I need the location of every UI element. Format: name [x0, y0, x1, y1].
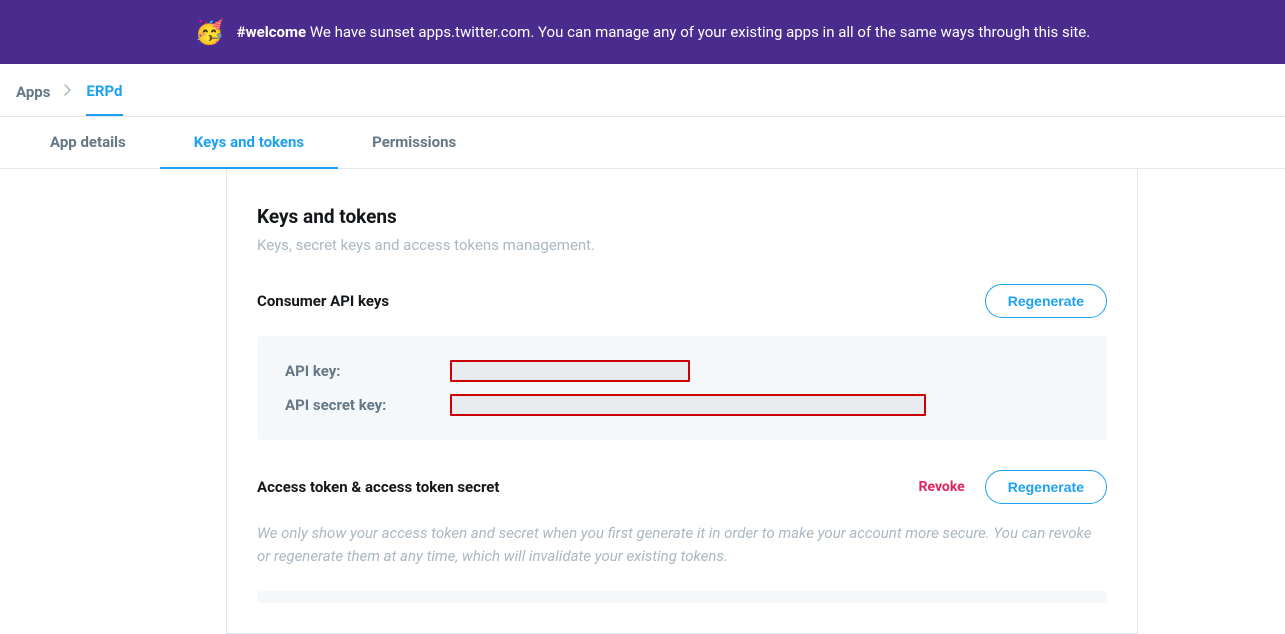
- api-secret-value-redacted: [450, 394, 926, 416]
- breadcrumb: Apps ERPd: [0, 64, 1285, 116]
- party-emoji-icon: 🥳: [195, 20, 225, 44]
- main-card: Keys and tokens Keys, secret keys and ac…: [226, 169, 1138, 634]
- page-subtitle: Keys, secret keys and access tokens mana…: [257, 236, 1107, 254]
- tab-app-details[interactable]: App details: [16, 117, 160, 168]
- access-token-note: We only show your access token and secre…: [257, 522, 1107, 567]
- breadcrumb-apps[interactable]: Apps: [16, 83, 50, 115]
- api-key-row: API key:: [285, 360, 1079, 382]
- access-token-title: Access token & access token secret: [257, 478, 500, 496]
- page-title: Keys and tokens: [257, 205, 1107, 228]
- regenerate-access-button[interactable]: Regenerate: [985, 470, 1107, 504]
- banner-hashtag: #welcome: [237, 23, 306, 41]
- chevron-right-icon: [64, 84, 72, 114]
- consumer-keys-title: Consumer API keys: [257, 292, 389, 310]
- api-secret-row: API secret key:: [285, 394, 1079, 416]
- banner-text: #welcome We have sunset apps.twitter.com…: [237, 23, 1090, 41]
- access-token-box: [257, 591, 1107, 603]
- banner-message: We have sunset apps.twitter.com. You can…: [306, 23, 1090, 41]
- revoke-link[interactable]: Revoke: [919, 479, 965, 495]
- api-secret-label: API secret key:: [285, 396, 450, 414]
- api-key-value-redacted: [450, 360, 690, 382]
- tab-bar: App details Keys and tokens Permissions: [0, 116, 1285, 169]
- api-key-label: API key:: [285, 362, 450, 380]
- tab-keys-tokens[interactable]: Keys and tokens: [160, 117, 338, 169]
- breadcrumb-current[interactable]: ERPd: [86, 82, 122, 116]
- tab-permissions[interactable]: Permissions: [338, 117, 490, 168]
- consumer-keys-box: API key: API secret key:: [257, 336, 1107, 440]
- announcement-banner: 🥳 #welcome We have sunset apps.twitter.c…: [0, 0, 1285, 64]
- regenerate-consumer-button[interactable]: Regenerate: [985, 284, 1107, 318]
